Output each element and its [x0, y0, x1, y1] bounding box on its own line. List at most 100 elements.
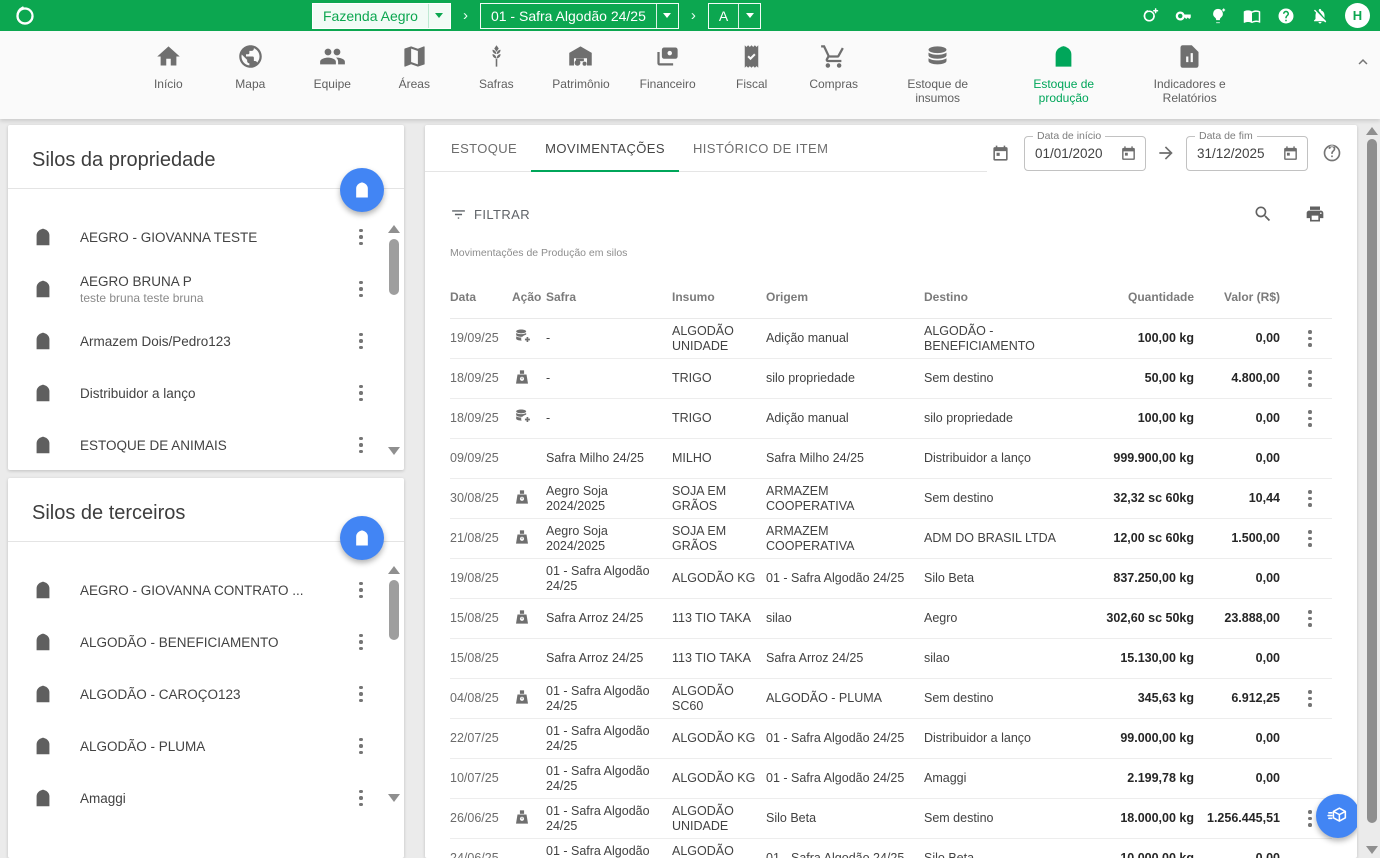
silo-menu-button[interactable]	[352, 631, 370, 653]
nav-item-safras[interactable]: Safras	[470, 43, 522, 91]
key-icon[interactable]	[1175, 7, 1193, 25]
help-outline-icon[interactable]	[1322, 143, 1342, 163]
silo-menu-button[interactable]	[352, 787, 370, 809]
nav-item--reas[interactable]: Áreas	[388, 43, 440, 91]
date-start-value[interactable]: 01/01/2020	[1035, 146, 1120, 161]
nav-item-estoque-de-produ-o[interactable]: Estoque de produção	[1016, 43, 1112, 105]
nav-item-patrim-nio[interactable]: Patrimônio	[552, 43, 609, 91]
notifications-off-icon[interactable]	[1311, 7, 1329, 25]
search-icon[interactable]	[1253, 204, 1273, 224]
silo-list-item[interactable]: Distribuidor a lanço	[8, 367, 386, 419]
nav-item-mapa[interactable]: Mapa	[224, 43, 276, 91]
scroll-up-arrow[interactable]	[1366, 127, 1378, 135]
tips-bulb-icon[interactable]	[1209, 7, 1227, 25]
silo-list-item[interactable]: Amaggi	[8, 772, 386, 824]
tab-hist-rico-de-item[interactable]: HISTÓRICO DE ITEM	[679, 125, 842, 171]
silo-menu-button[interactable]	[352, 683, 370, 705]
silo-menu-button[interactable]	[352, 434, 370, 456]
silo-menu-button[interactable]	[352, 226, 370, 248]
silo-list-item[interactable]: ALGODÃO - PLUMA	[8, 720, 386, 772]
table-row[interactable]: 24/06/25 01 - Safra Algodão 24/25 ALGODÃ…	[450, 839, 1332, 858]
date-end-field[interactable]: Data de fim 31/12/2025	[1186, 136, 1308, 171]
silo-list-item[interactable]: AEGRO BRUNA P teste bruna teste bruna	[8, 263, 386, 315]
silo-menu-button[interactable]	[352, 278, 370, 300]
silo-list-item[interactable]: AEGRO - GIOVANNA TESTE	[8, 211, 386, 263]
table-row[interactable]: 22/07/25 01 - Safra Algodão 24/25 ALGODÃ…	[450, 719, 1332, 759]
silo-menu-button[interactable]	[352, 330, 370, 352]
nav-item-equipe[interactable]: Equipe	[306, 43, 358, 91]
table-row[interactable]: 18/09/25 - TRIGO silo propriedade Sem de…	[450, 359, 1332, 399]
scroll-down-arrow[interactable]	[1366, 846, 1378, 854]
table-row[interactable]: 26/06/25 01 - Safra Algodão 24/25 ALGODÃ…	[450, 799, 1332, 839]
third-list-scroll-down[interactable]	[388, 794, 400, 802]
nav-item-financeiro[interactable]: Financeiro	[640, 43, 696, 91]
move-production-button[interactable]	[1316, 794, 1357, 838]
silo-name: AEGRO - GIOVANNA TESTE	[80, 230, 352, 245]
user-avatar[interactable]: H	[1345, 3, 1370, 28]
silo-menu-button[interactable]	[352, 382, 370, 404]
scroll-thumb[interactable]	[389, 580, 399, 640]
silo-menu-button[interactable]	[352, 579, 370, 601]
row-menu-button[interactable]	[1301, 408, 1319, 430]
silo-list-item[interactable]: AEGRO - GIOVANNA CONTRATO ...	[8, 564, 386, 616]
chevron-down-icon[interactable]	[656, 4, 678, 28]
date-end-value[interactable]: 31/12/2025	[1197, 146, 1282, 161]
farm-selector[interactable]: Fazenda Aegro	[312, 3, 451, 29]
help-icon[interactable]	[1277, 7, 1295, 25]
property-list-scrollbar[interactable]	[388, 225, 400, 295]
collapse-nav-icon[interactable]	[1354, 53, 1372, 71]
silo-list-item[interactable]: ALGODÃO - CAROÇO123	[8, 668, 386, 720]
row-menu-button[interactable]	[1301, 608, 1319, 630]
silo-list-item[interactable]: Armazem Dois/Pedro123	[8, 315, 386, 367]
add-third-party-silo-button[interactable]	[340, 516, 384, 560]
add-property-silo-button[interactable]	[340, 168, 384, 212]
table-row[interactable]: 19/08/25 01 - Safra Algodão 24/25 ALGODÃ…	[450, 559, 1332, 599]
row-menu-button[interactable]	[1301, 688, 1319, 710]
nav-item-compras[interactable]: Compras	[808, 43, 860, 91]
scroll-up-arrow[interactable]	[388, 566, 400, 574]
table-row[interactable]: 18/09/25 - TRIGO Adição manual silo prop…	[450, 399, 1332, 439]
field-selector[interactable]: A	[708, 3, 761, 29]
nav-item-fiscal[interactable]: Fiscal	[726, 43, 778, 91]
third-list-scrollbar[interactable]	[388, 566, 400, 640]
table-row[interactable]: 10/07/25 01 - Safra Algodão 24/25 ALGODÃ…	[450, 759, 1332, 799]
row-menu-button[interactable]	[1301, 368, 1319, 390]
row-menu-button[interactable]	[1301, 488, 1319, 510]
row-menu-button[interactable]	[1301, 328, 1319, 350]
calendar-icon[interactable]	[1120, 145, 1137, 162]
nav-item-estoque-de-insumos[interactable]: Estoque de insumos	[890, 43, 986, 105]
print-icon[interactable]	[1305, 204, 1325, 224]
table-row[interactable]: 15/08/25 Safra Arroz 24/25 113 TIO TAKA …	[450, 599, 1332, 639]
tab-estoque[interactable]: ESTOQUE	[437, 125, 531, 171]
knowledge-book-icon[interactable]	[1243, 7, 1261, 25]
row-menu-button[interactable]	[1301, 528, 1319, 550]
table-row[interactable]: 15/08/25 Safra Arroz 24/25 113 TIO TAKA …	[450, 639, 1332, 679]
table-row[interactable]: 30/08/25 Aegro Soja 2024/2025 SOJA EM GR…	[450, 479, 1332, 519]
chevron-down-icon[interactable]	[428, 4, 450, 28]
scroll-thumb[interactable]	[1367, 139, 1377, 823]
silo-menu-button[interactable]	[352, 735, 370, 757]
table-row[interactable]: 19/09/25 - ALGODÃO UNIDADE Adição manual…	[450, 319, 1332, 359]
page-scrollbar[interactable]	[1364, 119, 1380, 858]
nav-item-indicadores-e-relat-rios[interactable]: Indicadores e Relatórios	[1142, 43, 1238, 105]
scroll-down-arrow[interactable]	[388, 794, 400, 802]
calendar-shortcut-icon[interactable]	[991, 144, 1010, 163]
nav-item-in-cio[interactable]: Início	[142, 43, 194, 91]
filter-button[interactable]: FILTRAR	[450, 206, 530, 223]
property-list-scroll-down[interactable]	[388, 447, 400, 455]
chevron-down-icon[interactable]	[738, 4, 760, 28]
comment-icon[interactable]	[1072, 408, 1089, 425]
table-row[interactable]: 04/08/25 01 - Safra Algodão 24/25 ALGODÃ…	[450, 679, 1332, 719]
silo-list-item[interactable]: ESTOQUE DE ANIMAIS	[8, 419, 386, 470]
scroll-up-arrow[interactable]	[388, 225, 400, 233]
scroll-down-arrow[interactable]	[388, 447, 400, 455]
calendar-icon[interactable]	[1282, 145, 1299, 162]
silo-list-item[interactable]: ALGODÃO - BENEFICIAMENTO	[8, 616, 386, 668]
table-row[interactable]: 21/08/25 Aegro Soja 2024/2025 SOJA EM GR…	[450, 519, 1332, 559]
date-start-field[interactable]: Data de início 01/01/2020	[1024, 136, 1146, 171]
tab-movimenta-es[interactable]: MOVIMENTAÇÕES	[531, 125, 679, 171]
table-row[interactable]: 09/09/25 Safra Milho 24/25 MILHO Safra M…	[450, 439, 1332, 479]
invite-aegro-icon[interactable]	[1141, 7, 1159, 25]
scroll-thumb[interactable]	[389, 239, 399, 295]
season-selector[interactable]: 01 - Safra Algodão 24/25	[480, 3, 679, 29]
